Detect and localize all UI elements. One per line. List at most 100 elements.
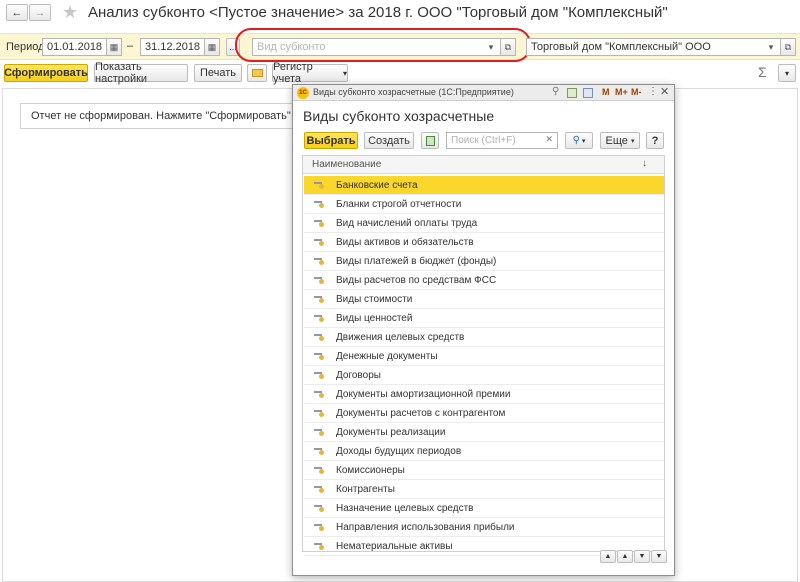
list-item[interactable]: Вид начислений оплаты труда bbox=[304, 214, 664, 233]
list-item-label: Виды стоимости bbox=[336, 293, 413, 305]
date-to-field[interactable]: 31.12.2018 ▦ bbox=[140, 38, 220, 56]
list-item[interactable]: Банковские счета bbox=[304, 176, 664, 195]
catalog-item-icon bbox=[314, 352, 326, 360]
list-item[interactable]: Комиссионеры bbox=[304, 461, 664, 480]
calendar-to-button[interactable]: ▦ bbox=[204, 38, 220, 56]
list-item[interactable]: Денежные документы bbox=[304, 347, 664, 366]
catalog-item-icon bbox=[314, 200, 326, 208]
catalog-item-icon bbox=[314, 181, 326, 189]
catalog-item-icon bbox=[314, 504, 326, 512]
organization-dropdown-button[interactable]: ▾ bbox=[763, 38, 779, 56]
generate-button[interactable]: Сформировать bbox=[4, 64, 88, 82]
list-item-label: Виды активов и обязательств bbox=[336, 236, 474, 248]
menu-icon[interactable]: ⋮ bbox=[648, 86, 658, 97]
m-minus-button[interactable]: M- bbox=[631, 87, 642, 97]
list-item[interactable]: Контрагенты bbox=[304, 480, 664, 499]
catalog-item-icon bbox=[314, 523, 326, 531]
column-header-label: Наименование bbox=[312, 159, 382, 170]
chevron-down-icon: ▾ bbox=[342, 68, 347, 78]
list-item[interactable]: Документы расчетов с контрагентом bbox=[304, 404, 664, 423]
list-item-label: Банковские счета bbox=[336, 179, 418, 191]
copy-button[interactable] bbox=[421, 132, 439, 149]
list-item-label: Денежные документы bbox=[336, 350, 438, 362]
list-item-label: Документы расчетов с контрагентом bbox=[336, 407, 506, 419]
catalog-item-icon bbox=[314, 314, 326, 322]
close-icon[interactable]: ✕ bbox=[660, 85, 669, 98]
list-item[interactable]: Виды расчетов по средствам ФСС bbox=[304, 271, 664, 290]
list-item-label: Направления использования прибыли bbox=[336, 521, 515, 533]
collapse-icon: ▾ bbox=[784, 68, 789, 78]
search-button[interactable]: ⚲ ▾ bbox=[565, 132, 593, 149]
list-item-label: Контрагенты bbox=[336, 483, 395, 495]
table-icon[interactable] bbox=[567, 88, 577, 98]
calendar-icon: ▦ bbox=[109, 41, 119, 52]
scroll-down-button[interactable]: ▼ bbox=[634, 550, 650, 563]
search-input[interactable]: Поиск (Ctrl+F) ✕ bbox=[446, 132, 558, 149]
clear-icon[interactable]: ✕ bbox=[545, 134, 553, 145]
list-item-label: Виды расчетов по средствам ФСС bbox=[336, 274, 497, 286]
favorite-star-icon[interactable]: ★ bbox=[62, 2, 78, 23]
list-item[interactable]: Документы амортизационной премии bbox=[304, 385, 664, 404]
window-title: Анализ субконто <Пустое значение> за 201… bbox=[88, 4, 668, 21]
arrow-left-icon: ← bbox=[11, 6, 23, 19]
open-icon: ⧉ bbox=[784, 41, 792, 52]
calendar-icon: ▦ bbox=[207, 41, 217, 52]
chevron-down-icon: ▾ bbox=[768, 41, 774, 52]
organization-field[interactable]: Торговый дом "Комплексный" ООО ▾ ⧉ bbox=[526, 38, 796, 56]
forward-button[interactable]: → bbox=[29, 4, 51, 21]
scroll-top-button[interactable]: ▲ bbox=[600, 550, 616, 563]
catalog-item-icon bbox=[314, 219, 326, 227]
sigma-icon[interactable]: Σ bbox=[758, 64, 767, 80]
catalog-item-icon bbox=[314, 276, 326, 284]
create-button[interactable]: Создать bbox=[364, 132, 414, 149]
copy-icon bbox=[425, 135, 435, 146]
print-button[interactable]: Печать bbox=[194, 64, 242, 82]
sigma-dropdown-button[interactable]: ▾ bbox=[778, 64, 796, 82]
catalog-item-icon bbox=[314, 390, 326, 398]
list-item[interactable]: Бланки строгой отчетности bbox=[304, 195, 664, 214]
list-item-label: Нематериальные активы bbox=[336, 540, 453, 552]
sort-arrow-icon[interactable]: ↓ bbox=[642, 158, 647, 169]
show-settings-button[interactable]: Показать настройки bbox=[94, 61, 188, 85]
list-item[interactable]: Документы реализации bbox=[304, 423, 664, 442]
list-item-label: Документы амортизационной премии bbox=[336, 388, 511, 400]
highlight-oval bbox=[235, 28, 531, 62]
back-button[interactable]: ← bbox=[6, 4, 28, 21]
select-button[interactable]: Выбрать bbox=[304, 132, 358, 149]
scroll-up-button[interactable]: ▲ bbox=[617, 550, 633, 563]
date-from-field[interactable]: 01.01.2018 ▦ bbox=[42, 38, 122, 56]
list-item-label: Движения целевых средств bbox=[336, 331, 465, 343]
list-item[interactable]: Виды платежей в бюджет (фонды) bbox=[304, 252, 664, 271]
catalog-item-icon bbox=[314, 238, 326, 246]
catalog-item-icon bbox=[314, 447, 326, 455]
period-dash: – bbox=[127, 40, 134, 52]
list-item-label: Виды ценностей bbox=[336, 312, 413, 324]
list-item[interactable]: Виды активов и обязательств bbox=[304, 233, 664, 252]
list-item[interactable]: Назначение целевых средств bbox=[304, 499, 664, 518]
list-item[interactable]: Движения целевых средств bbox=[304, 328, 664, 347]
catalog-item-icon bbox=[314, 371, 326, 379]
list-item-label: Назначение целевых средств bbox=[336, 502, 474, 514]
more-button[interactable]: Еще ▾ bbox=[600, 132, 640, 149]
list-item[interactable]: Виды ценностей bbox=[304, 309, 664, 328]
scroll-bottom-button[interactable]: ▼ bbox=[651, 550, 667, 563]
organization-open-button[interactable]: ⧉ bbox=[780, 38, 796, 56]
list-item[interactable]: Доходы будущих периодов bbox=[304, 442, 664, 461]
dialog-caption: Виды субконто хозрасчетные (1С:Предприят… bbox=[313, 87, 514, 97]
register-button[interactable]: Регистр учета ▾ bbox=[272, 61, 348, 85]
list-item[interactable]: Договоры bbox=[304, 366, 664, 385]
catalog-item-icon bbox=[314, 466, 326, 474]
m-plus-button[interactable]: M+ bbox=[615, 87, 628, 97]
chevron-down-icon: ▾ bbox=[581, 137, 586, 145]
catalog-item-icon bbox=[314, 485, 326, 493]
m-button[interactable]: M bbox=[602, 87, 610, 97]
arrow-right-icon: → bbox=[34, 6, 46, 19]
catalog-item-icon bbox=[314, 409, 326, 417]
search-icon[interactable]: ⚲ bbox=[552, 86, 559, 97]
calendar-from-button[interactable]: ▦ bbox=[106, 38, 122, 56]
list-item[interactable]: Виды стоимости bbox=[304, 290, 664, 309]
calendar-icon[interactable] bbox=[583, 88, 593, 98]
mail-button[interactable] bbox=[247, 64, 267, 82]
help-button[interactable]: ? bbox=[646, 132, 664, 149]
list-item[interactable]: Направления использования прибыли bbox=[304, 518, 664, 537]
